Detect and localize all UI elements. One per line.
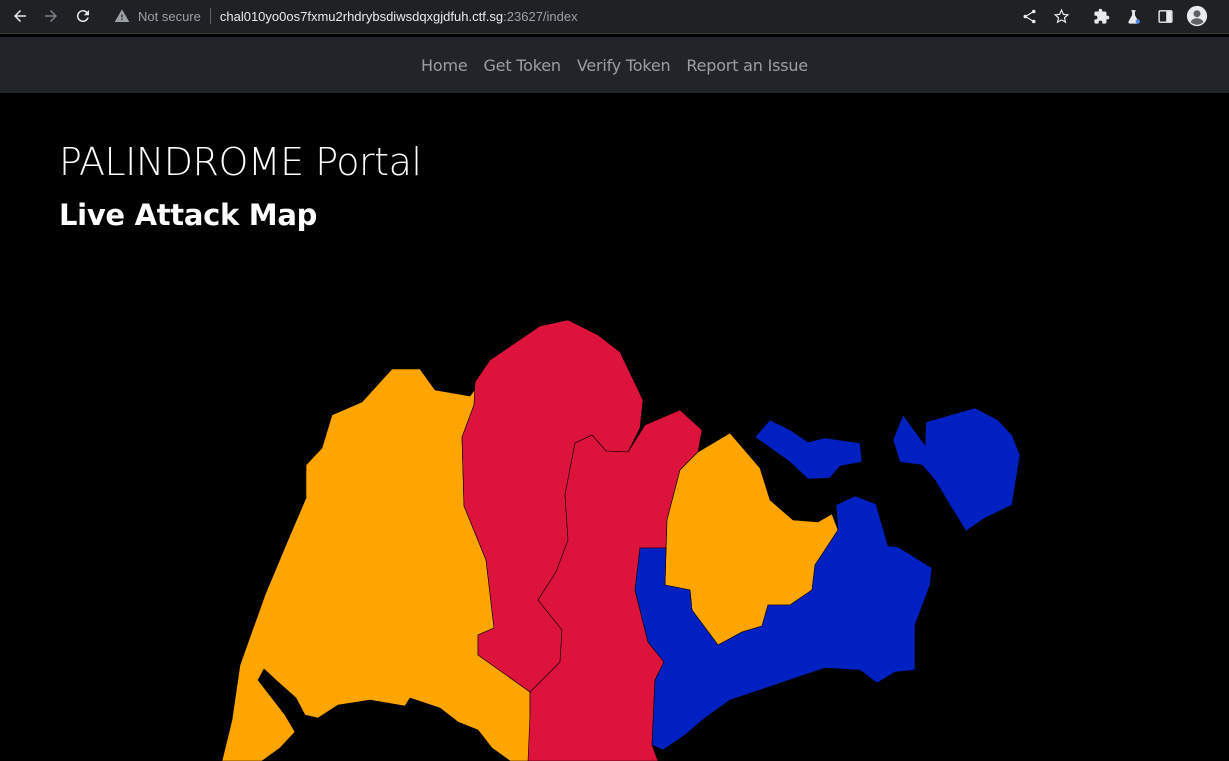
nav-link-verify-token[interactable]: Verify Token [569, 56, 679, 75]
profile-button[interactable] [1186, 5, 1208, 27]
security-label[interactable]: Not secure [138, 9, 201, 24]
nav-link-get-token[interactable]: Get Token [475, 56, 568, 75]
side-panel-icon [1157, 9, 1173, 23]
back-icon [14, 10, 26, 22]
extensions-icon [1093, 8, 1109, 24]
map-region-island-east [892, 407, 1021, 532]
reload-button[interactable] [71, 4, 95, 28]
attack-map [221, 319, 1021, 761]
extensions-button[interactable] [1091, 6, 1111, 26]
forward-icon [45, 10, 57, 22]
side-panel-button[interactable] [1155, 6, 1175, 26]
labs-button[interactable] [1123, 6, 1143, 26]
reload-icon [76, 10, 89, 23]
share-button[interactable] [1019, 6, 1039, 26]
site-navbar: Home Get Token Verify Token Report an Is… [0, 37, 1229, 93]
address-bar[interactable]: Not secure chal010yo0os7fxmu2rhdrybsdiws… [104, 2, 1008, 30]
share-icon [1022, 9, 1036, 23]
map-region-island-north [754, 419, 863, 480]
browser-toolbar: Not secure chal010yo0os7fxmu2rhdrybsdiws… [0, 0, 1229, 34]
warning-icon [114, 8, 130, 24]
forward-button[interactable] [39, 4, 63, 28]
back-button[interactable] [8, 4, 32, 28]
nav-link-home[interactable]: Home [413, 56, 475, 75]
url-path: :23627/index [503, 8, 578, 24]
profile-icon [1186, 5, 1208, 27]
url-host: chal010yo0os7fxmu2rhdrybsdiwsdqxgjdfuh.c… [219, 8, 504, 24]
labs-icon [1127, 9, 1140, 24]
nav-link-report-issue[interactable]: Report an Issue [678, 56, 816, 75]
star-icon [1053, 8, 1069, 23]
bookmark-button[interactable] [1051, 6, 1071, 26]
divider [209, 8, 211, 24]
